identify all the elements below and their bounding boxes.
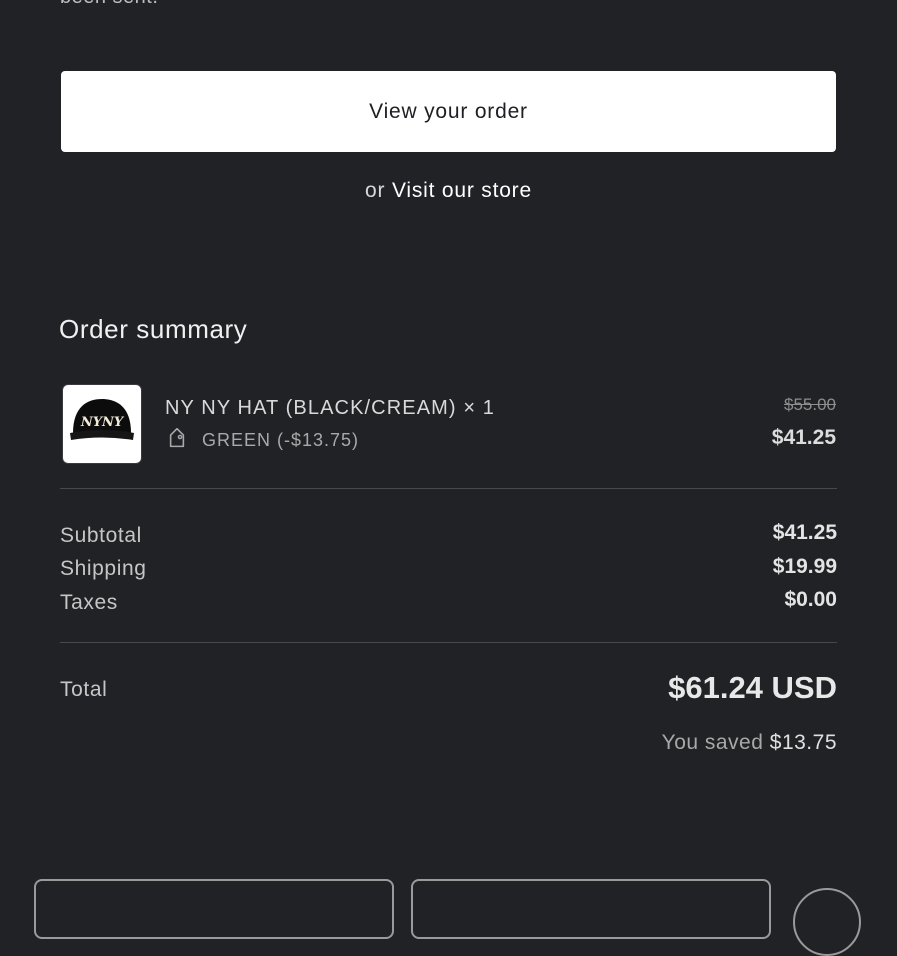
total-label: Total	[60, 678, 108, 701]
tag-icon	[165, 427, 189, 452]
view-order-button[interactable]: View your order	[61, 71, 836, 152]
hat-image: NYNY	[70, 399, 134, 440]
or-text: or	[365, 179, 386, 202]
savings-label: You saved	[661, 731, 764, 754]
hat-logo: NYNY	[80, 415, 125, 430]
savings-amount: $13.75	[769, 731, 837, 754]
shipping-label: Shipping	[60, 557, 147, 580]
divider	[60, 642, 837, 643]
item-name: NY NY HAT (BLACK/CREAM) × 1	[165, 397, 495, 419]
bottom-action-button-right[interactable]	[411, 879, 771, 939]
subtotal-value: $41.25	[772, 521, 837, 544]
item-price: $41.25	[771, 426, 836, 449]
bottom-circle-button[interactable]	[793, 888, 861, 956]
visit-store-line: or Visit our store	[0, 179, 897, 203]
product-thumbnail: NYNY	[62, 384, 142, 464]
order-summary-title: Order summary	[59, 314, 248, 344]
divider	[60, 488, 837, 489]
shipping-value: $19.99	[772, 555, 837, 578]
bottom-action-button-left[interactable]	[34, 879, 394, 939]
confirmation-text: been sent.	[60, 0, 158, 9]
original-price: $55.00	[784, 395, 836, 414]
taxes-value: $0.00	[784, 588, 837, 611]
total-value: $61.24 USD	[668, 670, 837, 705]
savings-line: You saved $13.75	[662, 731, 837, 755]
subtotal-label: Subtotal	[60, 524, 142, 547]
taxes-label: Taxes	[60, 591, 118, 614]
discount-row: GREEN (-$13.75)	[165, 427, 360, 452]
discount-code: GREEN (-$13.75)	[202, 429, 360, 450]
visit-store-link[interactable]: Visit our store	[392, 179, 532, 202]
